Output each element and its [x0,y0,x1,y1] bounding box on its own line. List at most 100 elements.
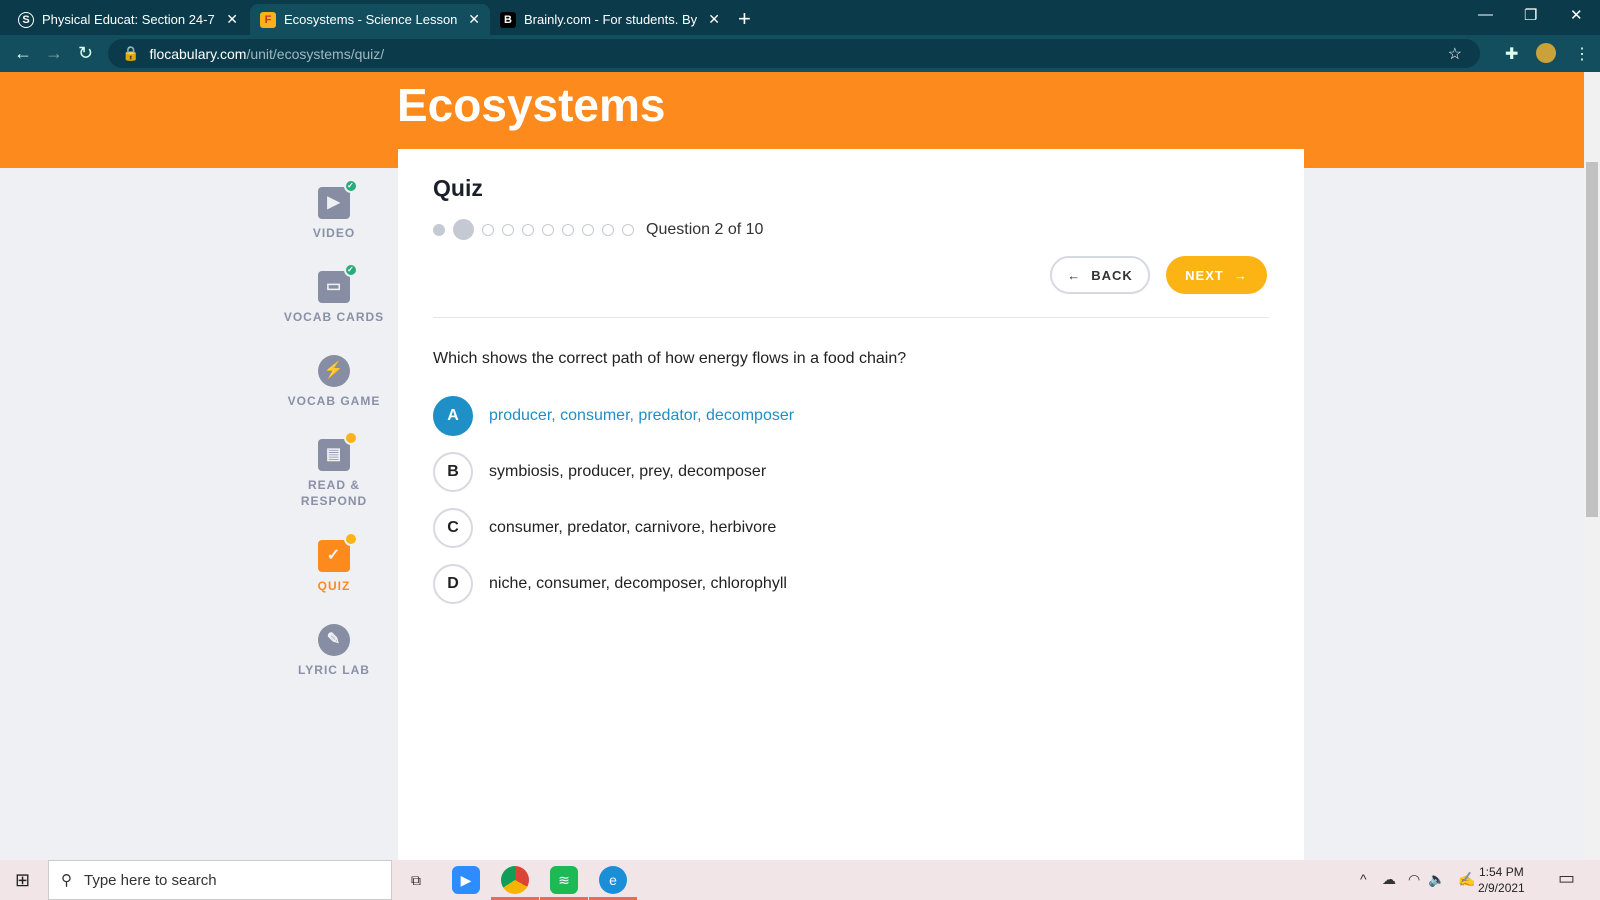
option-letter: C [433,508,473,548]
edge-app-icon[interactable]: e [599,866,627,894]
sidebar-item-label: VOCAB GAME [287,394,381,408]
minimize-icon[interactable]: — [1478,6,1493,23]
answer-option-c[interactable]: C consumer, predator, carnivore, herbivo… [433,508,776,548]
progress-dot[interactable] [622,223,634,236]
sidebar-item-read-respond[interactable]: ▤ READ & RESPOND [270,431,398,509]
check-badge-icon: ✓ [344,263,358,277]
answer-option-a[interactable]: A producer, consumer, predator, decompos… [433,396,794,436]
option-text: consumer, predator, carnivore, herbivore [489,519,777,536]
wifi-icon[interactable]: ◠ [1408,871,1420,888]
progress-dot-current[interactable] [453,219,474,240]
windows-start-icon[interactable]: ⊞ [15,870,30,891]
in-progress-dot-icon [344,431,358,445]
close-tab-icon[interactable]: ✕ [226,11,238,28]
option-letter: A [433,396,473,436]
progress-dot[interactable] [502,223,514,236]
windows-taskbar: ⊞ ⚲ Type here to search ⧉ ▶ ≋ e ^ ☁ ◠ 🔈 … [0,860,1600,900]
next-label: NEXT [1185,267,1224,283]
lock-icon: 🔒 [122,45,140,61]
check-badge-icon: ✓ [344,179,358,193]
url-path: /unit/ecosystems/quiz/ [246,45,385,62]
address-bar-row: ← → ↻ 🔒 flocabulary.com/unit/ecosystems/… [0,35,1600,72]
onedrive-cloud-icon[interactable]: ☁ [1382,871,1396,888]
close-tab-icon[interactable]: ✕ [468,11,480,28]
progress-dot[interactable] [482,223,494,236]
pen-workspace-icon[interactable]: ✍ [1458,871,1475,888]
question-count: Question 2 of 10 [646,220,764,238]
url-domain: flocabulary.com [149,45,247,62]
tab-brainly[interactable]: B Brainly.com - For students. By stu ✕ [490,4,730,35]
schoology-favicon-icon: S [18,11,34,28]
lightning-icon: ⚡ [318,355,350,387]
tab-title: Ecosystems - Science Lesson Plan [284,12,460,27]
brainly-favicon-icon: B [500,11,516,28]
close-window-icon[interactable]: ✕ [1570,6,1583,24]
sidebar-item-label: VIDEO [312,226,356,240]
answer-option-b[interactable]: B symbiosis, producer, prey, decomposer [433,452,766,492]
new-tab-icon[interactable]: + [738,6,751,32]
progress-dot[interactable] [602,223,614,236]
task-view-icon[interactable]: ⧉ [402,866,430,894]
pen-icon: ✎ [318,624,350,656]
sidebar-item-label: VOCAB CARDS [283,310,385,324]
answer-option-d[interactable]: D niche, consumer, decomposer, chlorophy… [433,564,787,604]
book-icon: ▤ [318,431,358,471]
arrow-right-icon: → [1233,267,1248,283]
volume-icon[interactable]: 🔈 [1428,871,1445,888]
next-button[interactable]: NEXT → [1166,256,1267,294]
sidebar-item-vocab-cards[interactable]: ▭ ✓ VOCAB CARDS [270,263,398,325]
tab-physical-educat[interactable]: S Physical Educat: Section 24-7 | Sc ✕ [8,4,248,35]
option-text: niche, consumer, decomposer, chlorophyll [489,575,787,592]
option-text: producer, consumer, predator, decomposer [489,407,795,424]
taskbar-search-input[interactable]: ⚲ Type here to search [48,860,392,900]
back-label: BACK [1091,267,1133,283]
menu-kebab-icon[interactable]: ⋮ [1574,44,1590,64]
sidebar-item-quiz[interactable]: ✓ QUIZ [270,532,398,594]
arrow-left-icon: ← [1067,267,1082,283]
quiz-title: Quiz [433,175,483,201]
search-placeholder: Type here to search [84,871,217,889]
video-icon: ▶ ✓ [318,179,358,219]
divider [433,317,1269,318]
page-scrollbar[interactable] [1584,72,1600,860]
browser-tab-bar: S Physical Educat: Section 24-7 | Sc ✕ F… [0,0,1600,35]
taskbar-clock[interactable]: 1:54 PM 2/9/2021 [1478,864,1525,896]
back-button[interactable]: ← BACK [1050,256,1150,294]
reload-icon[interactable]: ↻ [78,43,93,64]
option-letter: B [433,452,473,492]
notifications-icon[interactable]: ▭ [1558,868,1575,889]
tab-title: Brainly.com - For students. By stu [524,12,701,27]
search-icon: ⚲ [61,872,72,889]
progress-dot[interactable] [562,223,574,236]
sidebar-item-label: QUIZ [317,579,351,593]
bookmark-star-icon[interactable]: ☆ [1448,44,1462,64]
sidebar-item-lyric-lab[interactable]: ✎ LYRIC LAB [270,624,398,678]
profile-avatar[interactable] [1536,43,1556,63]
progress-dot[interactable] [582,223,594,236]
back-arrow-icon[interactable]: ← [14,43,32,64]
spotify-app-icon[interactable]: ≋ [550,866,578,894]
sidebar-item-video[interactable]: ▶ ✓ VIDEO [270,179,398,241]
sidebar-item-vocab-game[interactable]: ⚡ VOCAB GAME [270,355,398,409]
quiz-card: Quiz Question 2 of 10 ← BACK NEXT → Which … [398,149,1304,860]
url-input[interactable]: 🔒 flocabulary.com/unit/ecosystems/quiz/ … [108,39,1480,68]
sidebar-item-label: LYRIC LAB [298,663,370,677]
tab-ecosystems[interactable]: F Ecosystems - Science Lesson Plan ✕ [250,4,490,35]
restore-icon[interactable]: ❐ [1524,6,1537,24]
in-progress-dot-icon [344,532,358,546]
progress-dot[interactable] [542,223,554,236]
close-tab-icon[interactable]: ✕ [708,11,720,28]
sidebar-item-label: READ & RESPOND [300,478,368,508]
clock-date: 2/9/2021 [1478,881,1525,895]
flocabulary-favicon-icon: F [260,11,276,28]
forward-arrow-icon[interactable]: → [45,43,63,64]
chrome-app-icon[interactable] [501,866,529,894]
zoom-app-icon[interactable]: ▶ [452,866,480,894]
progress-dot[interactable] [433,223,445,236]
tray-chevron-icon[interactable]: ^ [1360,871,1367,887]
quiz-icon: ✓ [318,532,358,572]
extensions-puzzle-icon[interactable]: ✚ [1505,44,1518,64]
progress-dot[interactable] [522,223,534,236]
question-progress: Question 2 of 10 [433,219,763,240]
scrollbar-thumb[interactable] [1586,162,1598,517]
